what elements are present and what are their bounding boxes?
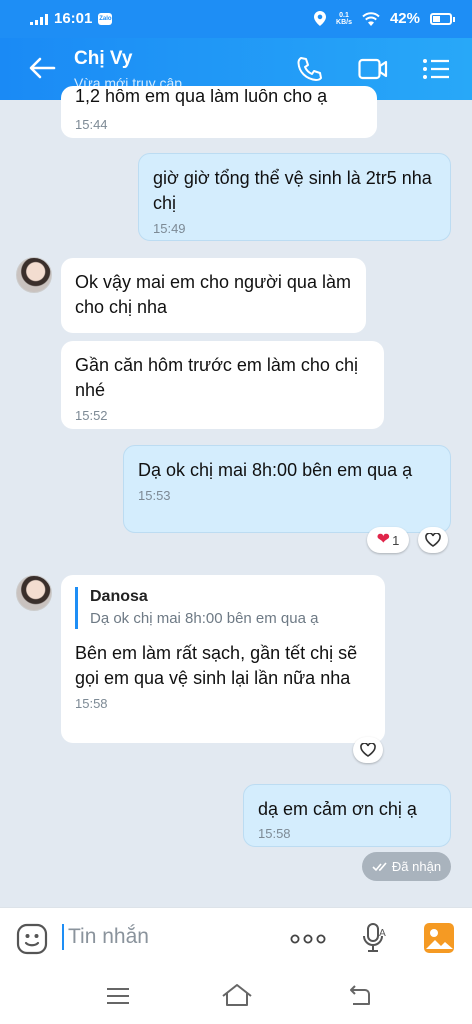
message-time: 15:49 — [153, 221, 186, 236]
heart-outline-icon — [360, 743, 376, 757]
quoted-message[interactable]: Danosa Dạ ok chị mai 8h:00 bên em qua ạ — [75, 587, 371, 629]
message-text: Bên em làm rất sạch, gần tết chị sẽ gọi … — [75, 643, 358, 688]
quote-author: Danosa — [90, 588, 148, 605]
contact-avatar[interactable] — [16, 257, 52, 293]
delivery-status-badge: Đã nhận — [362, 852, 451, 881]
more-options-icon[interactable] — [290, 934, 326, 944]
contact-name[interactable]: Chị Vy — [74, 48, 132, 70]
image-gallery-icon[interactable] — [423, 922, 455, 954]
double-check-icon — [372, 861, 387, 871]
back-arrow-icon[interactable] — [28, 56, 56, 80]
message-text: Dạ ok chị mai 8h:00 bên em qua ạ — [138, 460, 413, 480]
message-input[interactable]: Tin nhắn — [62, 924, 149, 950]
message-time: 15:53 — [138, 488, 171, 503]
heart-icon: ❤ — [376, 531, 391, 548]
message-time: 15:52 — [75, 408, 108, 423]
status-time: 16:01 — [54, 10, 93, 27]
location-icon — [314, 11, 327, 26]
message-text: giờ giờ tổng thể vệ sinh là 2tr5 nha chị — [153, 168, 432, 213]
battery-percent: 42% — [389, 10, 420, 27]
phone-call-icon[interactable] — [296, 56, 322, 82]
react-heart-button[interactable] — [418, 527, 448, 553]
message-incoming[interactable]: 1,2 hôm em qua làm luôn cho ạ 15:44 — [61, 86, 377, 138]
battery-icon — [430, 12, 455, 25]
message-text: Ok vậy mai em cho người qua làm cho chị … — [75, 272, 351, 317]
message-time: 15:44 — [75, 117, 108, 132]
video-call-icon[interactable] — [358, 58, 388, 80]
back-nav-icon[interactable] — [349, 984, 371, 1006]
message-outgoing[interactable]: giờ giờ tổng thể vệ sinh là 2tr5 nha chị… — [138, 153, 451, 241]
message-text: Gần căn hôm trước em làm cho chị nhé — [75, 355, 358, 400]
message-text: 1,2 hôm em qua làm luôn cho ạ — [75, 89, 328, 106]
reaction-count: 1 — [392, 532, 400, 548]
menu-list-icon[interactable] — [422, 58, 450, 80]
wifi-icon — [362, 11, 380, 26]
quote-text: Dạ ok chị mai 8h:00 bên em qua ạ — [90, 610, 319, 627]
message-outgoing[interactable]: Dạ ok chị mai 8h:00 bên em qua ạ 15:53 — [123, 445, 451, 533]
svg-text:A: A — [379, 928, 386, 939]
message-incoming[interactable]: Ok vậy mai em cho người qua làm cho chị … — [61, 258, 366, 333]
status-bar: 16:01 Zalo 0.1 KB/s 42% — [0, 0, 472, 38]
heart-outline-icon — [425, 533, 441, 547]
voice-to-text-icon[interactable]: A — [362, 922, 388, 954]
zalo-notification-icon: Zalo — [98, 12, 113, 25]
message-time: 15:58 — [75, 696, 108, 711]
message-time: 15:58 — [258, 826, 291, 841]
message-text: dạ em cảm ơn chị ạ — [258, 799, 417, 819]
reaction-summary[interactable]: ❤ 1 — [367, 527, 409, 553]
home-icon[interactable] — [221, 983, 253, 1007]
contact-avatar[interactable] — [16, 575, 52, 611]
recent-apps-icon[interactable] — [106, 987, 130, 1005]
message-outgoing[interactable]: dạ em cảm ơn chị ạ 15:58 — [243, 784, 451, 847]
message-incoming-reply[interactable]: Danosa Dạ ok chị mai 8h:00 bên em qua ạ … — [61, 575, 385, 743]
network-speed: 0.1 KB/s — [336, 11, 352, 26]
react-heart-button[interactable] — [353, 737, 383, 763]
delivery-status-text: Đã nhận — [391, 859, 442, 874]
signal-icon — [30, 13, 48, 25]
system-navigation-bar — [0, 969, 472, 1024]
message-composer: Tin nhắn A — [0, 907, 472, 969]
message-incoming[interactable]: Gần căn hôm trước em làm cho chị nhé 15:… — [61, 341, 384, 429]
sticker-icon[interactable] — [16, 923, 48, 955]
